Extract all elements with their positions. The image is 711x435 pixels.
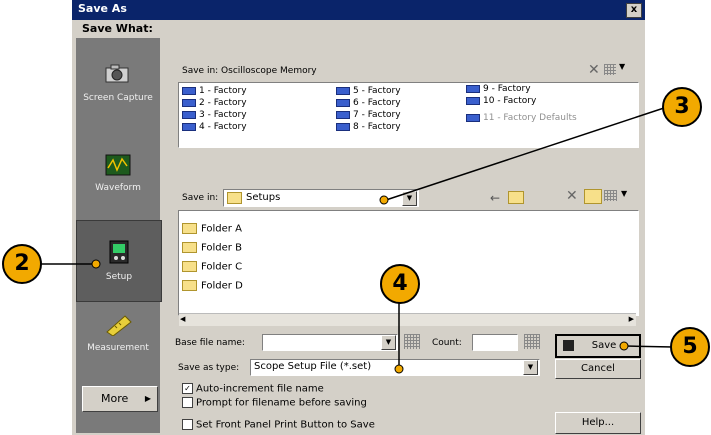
callout-5: 5: [670, 327, 710, 367]
callout-2: 2: [2, 244, 42, 284]
callout-lines: [40, 106, 674, 374]
callout-3: 3: [662, 87, 702, 127]
callout-4: 4: [380, 264, 420, 304]
